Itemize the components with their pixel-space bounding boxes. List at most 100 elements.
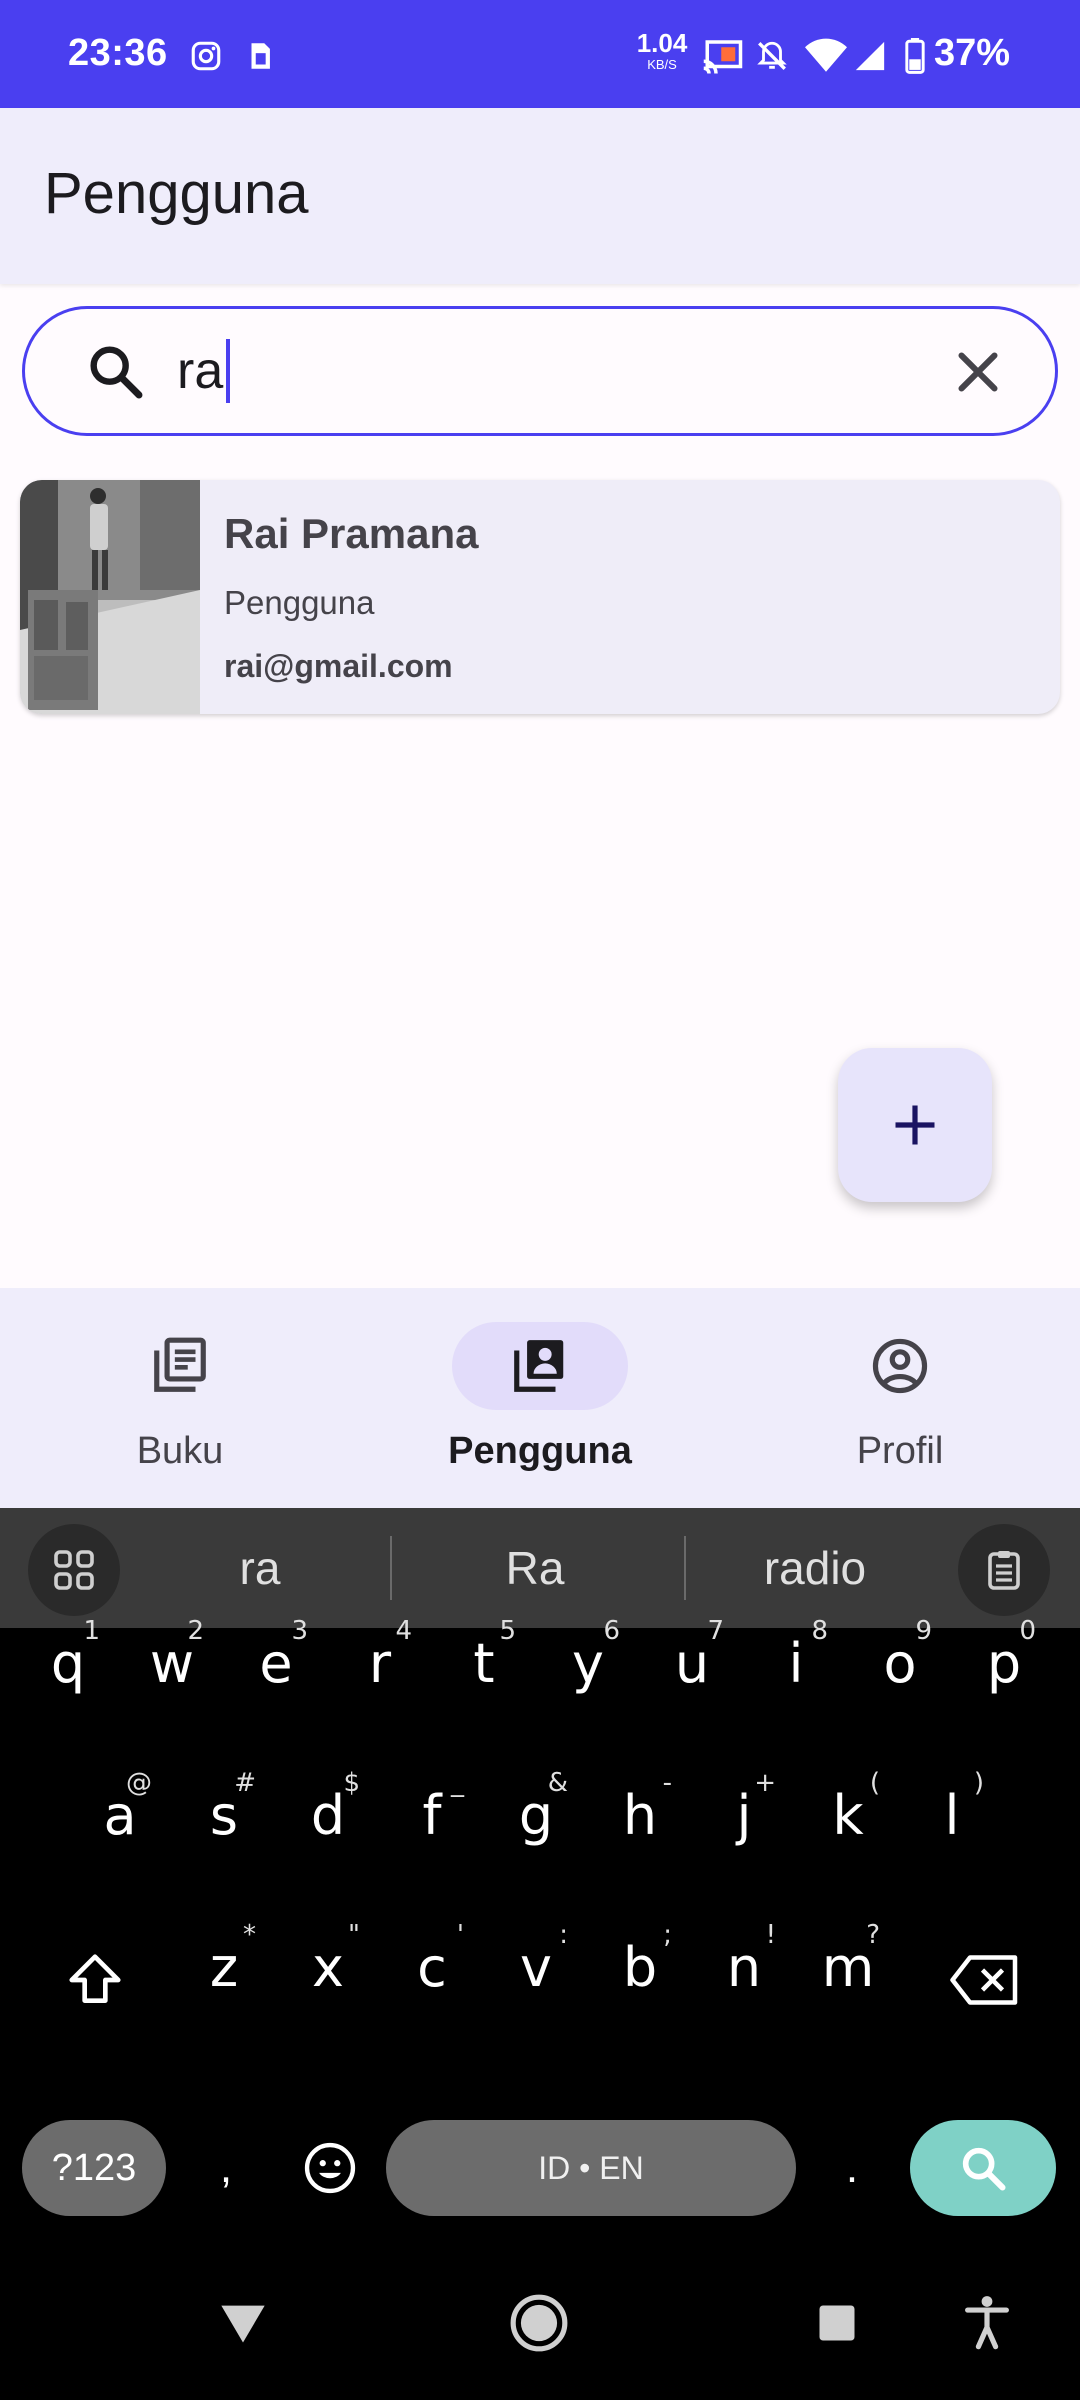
battery-percent: 37%: [934, 32, 1011, 74]
contacts-icon: [514, 1340, 564, 1392]
key-x[interactable]: x ": [280, 1920, 376, 2040]
key-hint: -: [662, 1768, 672, 1798]
key-char: w: [149, 1632, 195, 1695]
suggestion-3[interactable]: radio: [700, 1530, 930, 1606]
clipboard-icon[interactable]: [958, 1524, 1050, 1616]
symbols-key[interactable]: ?123: [22, 2120, 166, 2216]
key-hint: 5: [499, 1616, 516, 1646]
key-w[interactable]: w2: [124, 1616, 220, 1736]
key-v[interactable]: v:: [488, 1920, 584, 2040]
comma-key[interactable]: ,: [186, 2120, 266, 2216]
key-d[interactable]: d $: [280, 1768, 376, 1888]
key-hint: (: [869, 1768, 880, 1798]
key-char: a: [103, 1784, 137, 1847]
key-char: v: [520, 1936, 552, 1999]
add-icon: [895, 1105, 935, 1145]
key-m[interactable]: m?: [800, 1920, 896, 2040]
sim-icon: [240, 36, 280, 76]
key-char: z: [209, 1936, 239, 1999]
key-hint: ?: [866, 1920, 880, 1950]
nav-item-buku[interactable]: Buku: [0, 1288, 360, 1508]
recents-icon[interactable]: [802, 2288, 872, 2358]
key-char: n: [726, 1936, 762, 1999]
key-s[interactable]: s #: [176, 1768, 272, 1888]
search-input[interactable]: ra: [177, 331, 231, 411]
space-key[interactable]: ID • EN: [386, 2120, 796, 2216]
emoji-key[interactable]: [290, 2120, 370, 2216]
key-char: p: [986, 1632, 1022, 1695]
emoji-icon: [304, 2142, 356, 2194]
nav-label-profil: Profil: [856, 1430, 944, 1472]
key-j[interactable]: j +: [696, 1768, 792, 1888]
key-u[interactable]: u7: [644, 1616, 740, 1736]
key-char: q: [50, 1632, 86, 1695]
key-char: l: [944, 1784, 960, 1847]
book-icon: [154, 1337, 206, 1392]
key-y[interactable]: y6: [540, 1616, 636, 1736]
key-hint: 0: [1019, 1616, 1036, 1646]
accessibility-icon[interactable]: [952, 2288, 1022, 2358]
user-card[interactable]: Rai Pramana Pengguna rai@gmail.com: [20, 480, 1060, 714]
battery-icon: [900, 36, 930, 76]
nav-item-pengguna[interactable]: Pengguna: [360, 1288, 720, 1508]
suggestion-1[interactable]: ra: [150, 1530, 370, 1606]
home-icon[interactable]: [504, 2288, 574, 2358]
key-hint: @: [126, 1768, 152, 1798]
key-t[interactable]: t5: [436, 1616, 532, 1736]
key-char: e: [259, 1632, 293, 1695]
app-bar: Pengguna: [0, 108, 1080, 284]
key-char: h: [622, 1784, 658, 1847]
key-a[interactable]: a @: [72, 1768, 168, 1888]
key-p[interactable]: p0: [956, 1616, 1052, 1736]
key-g[interactable]: g &: [488, 1768, 584, 1888]
backspace-key[interactable]: [918, 1920, 1052, 2040]
key-hint: !: [765, 1920, 776, 1950]
status-time: 23:36: [68, 32, 168, 74]
key-char: k: [832, 1784, 864, 1847]
search-bar[interactable]: ra: [22, 306, 1058, 436]
key-hint: #: [234, 1768, 256, 1798]
back-icon[interactable]: [208, 2288, 278, 2358]
key-o[interactable]: o9: [852, 1616, 948, 1736]
page-title: Pengguna: [44, 161, 309, 226]
nav-item-profil[interactable]: Profil: [720, 1288, 1080, 1508]
key-char: c: [417, 1936, 447, 1999]
suggestion-bar: ra Ra radio: [0, 1508, 1080, 1628]
key-h[interactable]: h-: [592, 1768, 688, 1888]
key-l[interactable]: l): [904, 1768, 1000, 1888]
key-n[interactable]: n!: [696, 1920, 792, 2040]
divider: [390, 1536, 392, 1600]
key-e[interactable]: e3: [228, 1616, 324, 1736]
key-hint: $: [343, 1768, 360, 1798]
period-key[interactable]: .: [812, 2120, 892, 2216]
key-hint: *: [243, 1920, 256, 1950]
key-i[interactable]: i8: [748, 1616, 844, 1736]
system-navigation-bar: [0, 2248, 1080, 2400]
add-user-button[interactable]: [838, 1048, 992, 1202]
key-c[interactable]: c ': [384, 1920, 480, 2040]
key-hint: 7: [707, 1616, 724, 1646]
key-b[interactable]: b;: [592, 1920, 688, 2040]
key-char: i: [788, 1632, 804, 1695]
key-hint: 3: [291, 1616, 308, 1646]
user-email: rai@gmail.com: [224, 648, 453, 684]
key-hint: ': [456, 1920, 464, 1950]
key-z[interactable]: z *: [176, 1920, 272, 2040]
key-hint: ): [973, 1768, 984, 1798]
key-char: t: [473, 1632, 495, 1695]
suggestion-2[interactable]: Ra: [420, 1530, 650, 1606]
bottom-navigation: Buku Pengguna Profil: [0, 1288, 1080, 1508]
shift-key[interactable]: [28, 1920, 162, 2040]
apps-grid-icon[interactable]: [28, 1524, 120, 1616]
key-r[interactable]: r4: [332, 1616, 428, 1736]
key-char: b: [622, 1936, 658, 1999]
key-q[interactable]: q1: [20, 1616, 116, 1736]
mute-icon: [752, 36, 792, 76]
key-char: o: [883, 1632, 917, 1695]
key-f[interactable]: f _: [384, 1768, 480, 1888]
keyboard-search-key[interactable]: [910, 2120, 1056, 2216]
key-char: j: [736, 1784, 752, 1847]
key-hint: &: [547, 1768, 568, 1798]
key-k[interactable]: k(: [800, 1768, 896, 1888]
close-icon[interactable]: [945, 339, 1011, 405]
